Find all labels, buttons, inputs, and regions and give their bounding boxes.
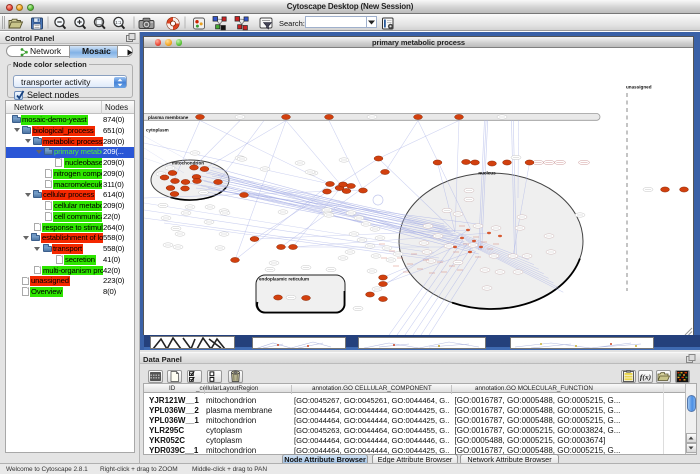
- svg-text:plasma membrane: plasma membrane: [148, 115, 189, 120]
- svg-text:f(x): f(x): [640, 373, 652, 382]
- svg-text:unassigned: unassigned: [626, 85, 652, 90]
- svg-text:nucleus: nucleus: [478, 171, 496, 176]
- svg-text:1:1: 1:1: [115, 20, 122, 25]
- svg-text:mitochondrion: mitochondrion: [172, 161, 204, 166]
- svg-text:endoplasmic reticulum: endoplasmic reticulum: [259, 277, 309, 282]
- svg-text:cytoplasm: cytoplasm: [146, 128, 169, 133]
